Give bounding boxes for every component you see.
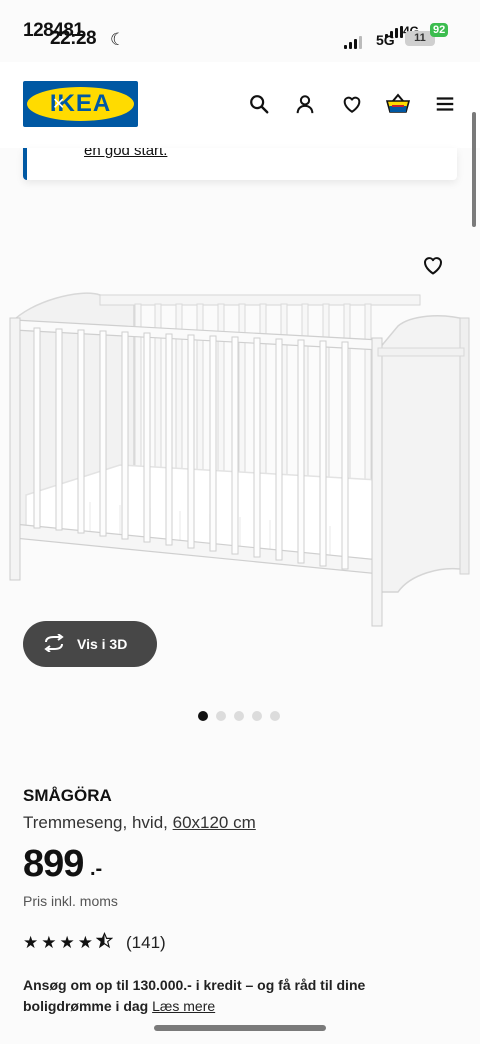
rotate-icon	[43, 632, 65, 655]
image-carousel-dots	[198, 711, 280, 721]
carousel-dot[interactable]	[270, 711, 280, 721]
view-in-3d-label: Vis i 3D	[77, 636, 128, 652]
logo-text: IKEA	[49, 90, 112, 117]
star-icon: ★	[41, 933, 57, 952]
carousel-dot[interactable]	[234, 711, 244, 721]
star-icon: ★	[59, 933, 75, 952]
profile-icon[interactable]	[292, 91, 318, 117]
vat-note: Pris inkl. moms	[23, 893, 118, 909]
product-description: Tremmeseng, hvid, 60x120 cm	[23, 813, 256, 833]
product-type: Tremmeseng, hvid,	[23, 813, 168, 832]
rating-count: (141)	[126, 933, 166, 952]
site-header: IKEA ✕	[0, 62, 480, 148]
search-icon[interactable]	[246, 91, 272, 117]
carousel-dot[interactable]	[216, 711, 226, 721]
ikea-logo[interactable]: IKEA ✕	[23, 81, 138, 127]
heart-icon[interactable]	[339, 91, 365, 117]
read-more-link[interactable]: Læs mere	[152, 998, 215, 1014]
status-time: 22:28	[50, 28, 97, 49]
status-bar: 128481 22:28 ☾ 5G 4G 11 92	[0, 0, 480, 62]
view-in-3d-button[interactable]: Vis i 3D	[23, 621, 157, 667]
battery-indicator-overlay: 92	[430, 23, 449, 37]
signal-icon	[344, 36, 362, 49]
credit-offer: Ansøg om op til 130.000.- i kredit – og …	[23, 975, 423, 1017]
product-size-link[interactable]: 60x120 cm	[173, 813, 256, 832]
product-price: 899	[23, 843, 84, 885]
star-icon: ★	[77, 933, 93, 952]
scrollbar[interactable]	[472, 112, 476, 227]
moon-icon: ☾	[110, 30, 126, 49]
carousel-dot[interactable]	[252, 711, 262, 721]
price-suffix: .-	[90, 858, 103, 880]
banner-link[interactable]: en god start.	[84, 148, 167, 159]
favorite-heart-icon[interactable]	[421, 253, 445, 277]
half-star-icon	[95, 931, 114, 954]
info-banner: en god start.	[23, 148, 457, 180]
product-rating[interactable]: ★ ★ ★ ★ (141)	[23, 931, 166, 954]
star-icon: ★	[23, 933, 39, 952]
home-indicator[interactable]	[154, 1025, 326, 1031]
product-image[interactable]	[0, 240, 480, 640]
network-type: 5G	[376, 32, 395, 48]
menu-icon[interactable]	[432, 91, 458, 117]
carousel-dot[interactable]	[198, 711, 208, 721]
close-icon[interactable]: ✕	[52, 97, 65, 113]
basket-icon[interactable]	[385, 91, 411, 117]
product-name: SMÅGÖRA	[23, 786, 112, 805]
